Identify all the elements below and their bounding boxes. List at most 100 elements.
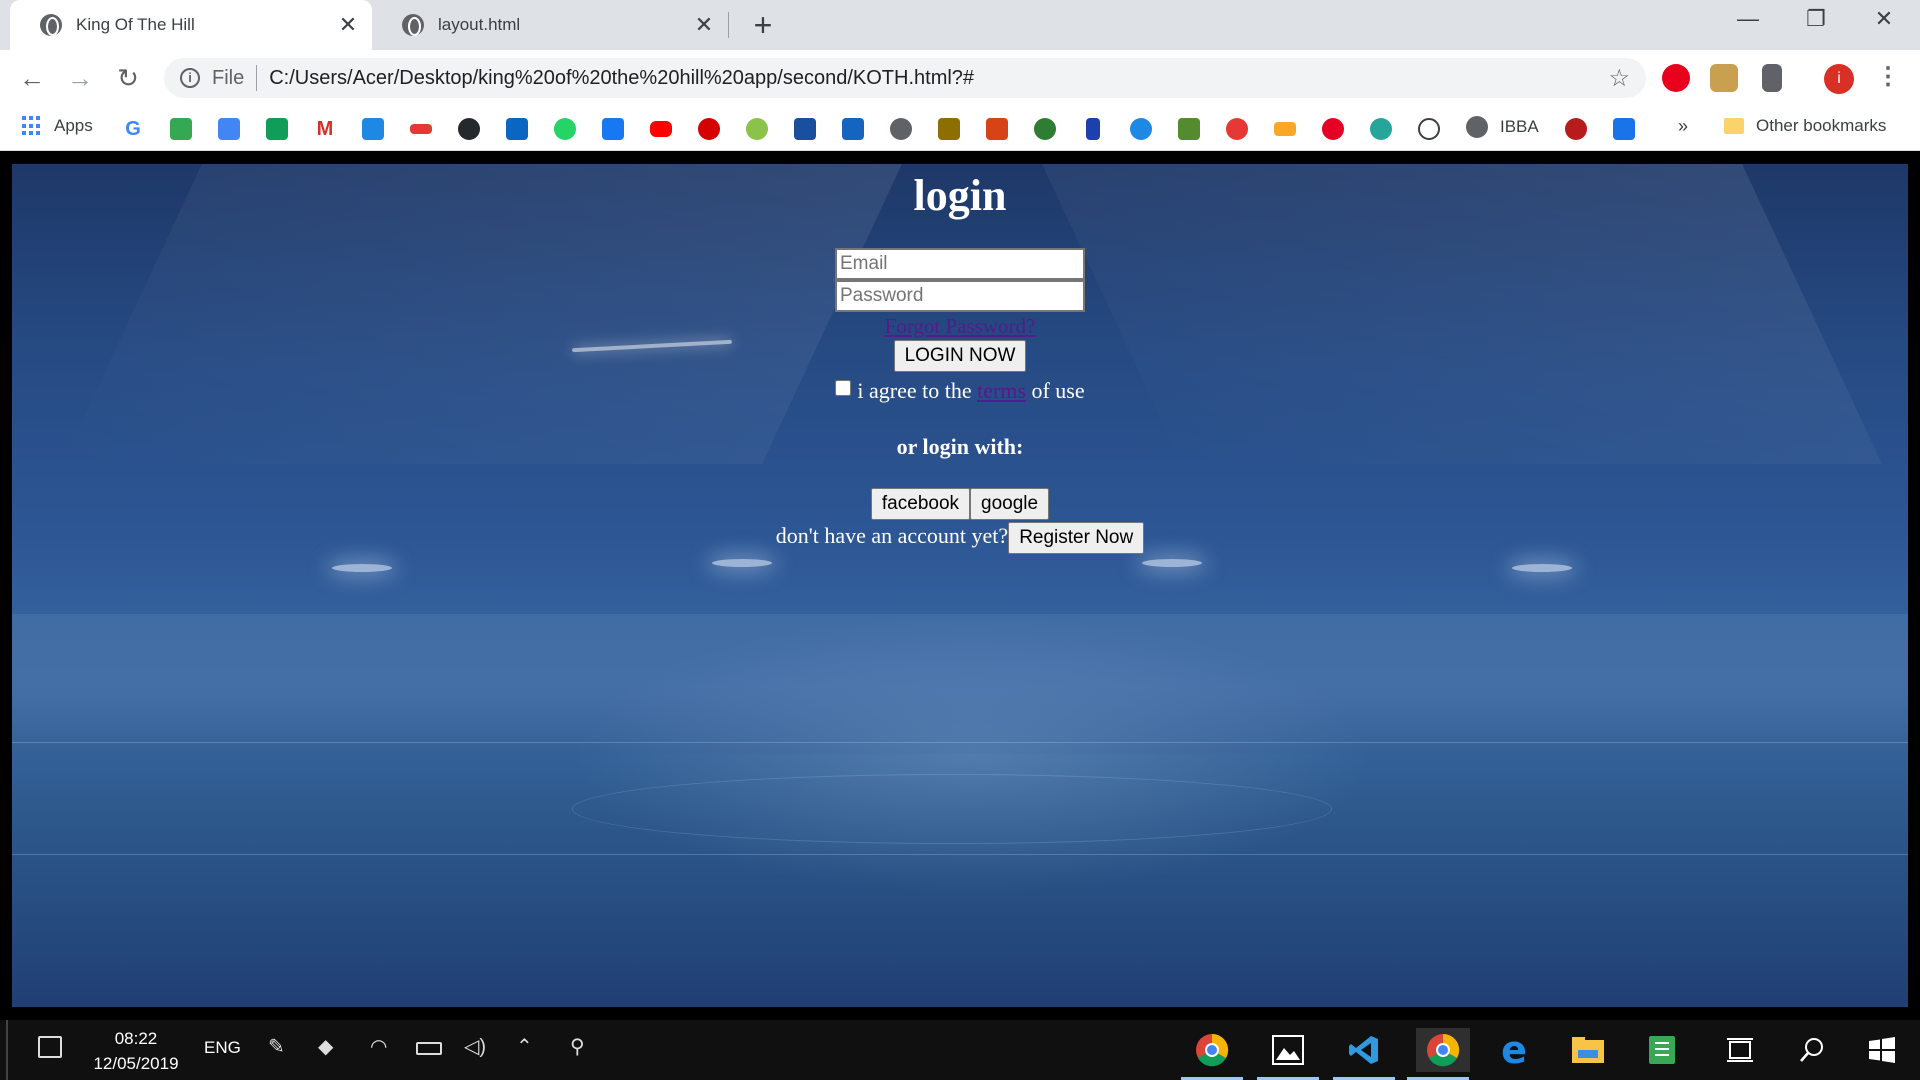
wifi-icon[interactable]: ◠ [370,1034,387,1059]
facebook-login-button[interactable]: facebook [870,488,971,520]
file-explorer-taskbar-icon[interactable] [1566,1028,1610,1072]
clock-date: 12/05/2019 [93,1054,179,1073]
bookmark-blue-slant-icon[interactable] [794,118,816,140]
password-field[interactable] [835,280,1085,312]
windows-start-icon[interactable] [1860,1028,1904,1072]
bookmark-orange-icon[interactable] [986,118,1008,140]
dropbox-icon[interactable]: ◆ [318,1034,333,1059]
bookmark-colorful-icon[interactable] [746,118,768,140]
notes-taskbar-icon[interactable] [1640,1028,1684,1072]
extension-icon[interactable] [1710,64,1738,92]
youtube-icon[interactable] [650,121,672,137]
pitch-center-circle [572,774,1332,844]
bookmark-blue-icon[interactable] [362,118,384,140]
tab-strip: King Of The Hill ✕ layout.html ✕ + — ❐ ✕ [0,0,1920,50]
action-center-icon[interactable] [38,1036,62,1058]
new-tab-button[interactable]: + [748,8,778,42]
terms-link[interactable]: terms [977,378,1026,403]
close-tab-icon[interactable]: ✕ [336,12,360,38]
reload-icon[interactable]: ↻ [110,60,146,96]
search-icon[interactable] [1790,1028,1834,1072]
bookmark-green-circle-icon[interactable] [1034,118,1056,140]
info-icon[interactable]: i [180,68,200,88]
page-viewport: login Forgot Password? LOGIN NOW i agree… [0,152,1920,1014]
people-icon[interactable]: ⚲ [570,1034,585,1059]
stadium-background: login Forgot Password? LOGIN NOW i agree… [12,164,1908,1007]
bookmark-ibba[interactable]: IBBA [1466,116,1539,138]
bookmark-yellow-icon[interactable] [1274,122,1296,136]
register-now-button[interactable]: Register Now [1008,522,1145,554]
bookmark-teal-icon[interactable] [1370,118,1392,140]
bookmark-j-icon[interactable] [1613,118,1635,140]
chrome-active-taskbar-icon[interactable] [1407,1028,1470,1080]
google-login-button[interactable]: google [970,488,1050,520]
chrome-taskbar-icon[interactable] [1181,1028,1243,1080]
terms-checkbox[interactable] [835,380,852,396]
globe-icon [40,14,62,36]
github-icon[interactable] [458,118,480,140]
url-text[interactable]: C:/Users/Acer/Desktop/king%20of%20the%20… [269,67,1608,90]
tab-title: layout.html [438,15,521,34]
bookmark-k-icon[interactable] [842,118,864,140]
bookmark-blue-circle-icon[interactable] [1130,118,1152,140]
tab-layout[interactable]: layout.html ✕ [372,0,728,50]
page-title: login [913,171,1007,220]
system-clock[interactable]: 08:22 12/05/2019 [88,1026,184,1076]
address-bar[interactable]: i File C:/Users/Acer/Desktop/king%20of%2… [164,58,1646,98]
chrome-menu-icon[interactable]: ⋮ [1876,62,1900,91]
register-prompt: don't have an account yet? [775,523,1009,548]
bookmark-red-wave-icon[interactable] [410,124,432,134]
chevron-up-icon[interactable]: ⌃ [516,1034,533,1059]
close-window-button[interactable]: ✕ [1864,6,1904,32]
omnibox-divider [256,65,258,91]
bookmark-red-badge-icon[interactable] [1565,118,1587,140]
back-arrow-icon[interactable]: ← [14,60,50,96]
pinterest-icon[interactable] [1322,118,1344,140]
extension-clipboard-icon[interactable] [1762,64,1782,92]
volume-icon[interactable]: ◁) [464,1034,486,1059]
speedometer-icon[interactable] [1418,118,1440,140]
linkedin-icon[interactable] [506,118,528,140]
windows-taskbar: 08:22 12/05/2019 ENG ✎ ◆ ◠ ◁) ⌃ ⚲ e [0,1020,1920,1080]
email-field[interactable] [835,248,1085,280]
profile-avatar[interactable]: i [1824,64,1854,94]
edge-taskbar-icon[interactable]: e [1492,1028,1536,1072]
bookmark-apps[interactable]: Apps [22,116,93,136]
battery-icon[interactable] [416,1042,442,1055]
minimize-button[interactable]: — [1728,6,1768,32]
bookmark-y-icon[interactable] [698,118,720,140]
restore-button[interactable]: ❐ [1796,6,1836,32]
forgot-password-link[interactable]: Forgot Password? [885,312,1036,340]
close-tab-icon[interactable]: ✕ [692,12,716,38]
extension-adblock-icon[interactable] [1662,64,1690,92]
bookmark-brown-icon[interactable] [938,118,960,140]
login-now-button[interactable]: LOGIN NOW [893,340,1027,372]
task-view-icon[interactable] [1718,1028,1762,1072]
whatsapp-icon[interactable] [554,118,576,140]
social-login-row: facebook google [12,488,1908,520]
google-icon[interactable]: G [122,118,144,140]
maps-icon[interactable] [170,118,192,140]
language-indicator[interactable]: ENG [204,1038,241,1058]
terms-row: i agree to the terms of use [12,376,1908,406]
stadium-stands [12,614,1908,754]
translate-icon[interactable] [218,118,240,140]
browser-toolbar: ← → ↻ i File C:/Users/Acer/Desktop/king%… [0,50,1920,106]
more-bookmarks-chevron-icon[interactable]: » [1678,116,1688,137]
bookmark-tomato-icon[interactable] [1226,118,1248,140]
globe-icon [402,14,424,36]
facebook-icon[interactable] [602,118,624,140]
sheets-plus-icon[interactable] [266,118,288,140]
tab-king-of-the-hill[interactable]: King Of The Hill ✕ [10,0,372,50]
vscode-taskbar-icon[interactable] [1333,1028,1395,1080]
bookmark-landscape-icon[interactable] [1178,118,1200,140]
photos-taskbar-icon[interactable] [1257,1028,1319,1080]
bookmark-walker-icon[interactable] [1086,118,1100,140]
folder-icon [1724,118,1744,134]
other-bookmarks[interactable]: Other bookmarks [1724,116,1886,136]
gmail-icon[interactable]: M [314,118,336,140]
bookmark-star-icon[interactable]: ☆ [1608,64,1630,93]
forward-arrow-icon[interactable]: → [62,60,98,96]
settings-gear-icon[interactable] [890,118,912,140]
pen-icon[interactable]: ✎ [268,1034,285,1059]
